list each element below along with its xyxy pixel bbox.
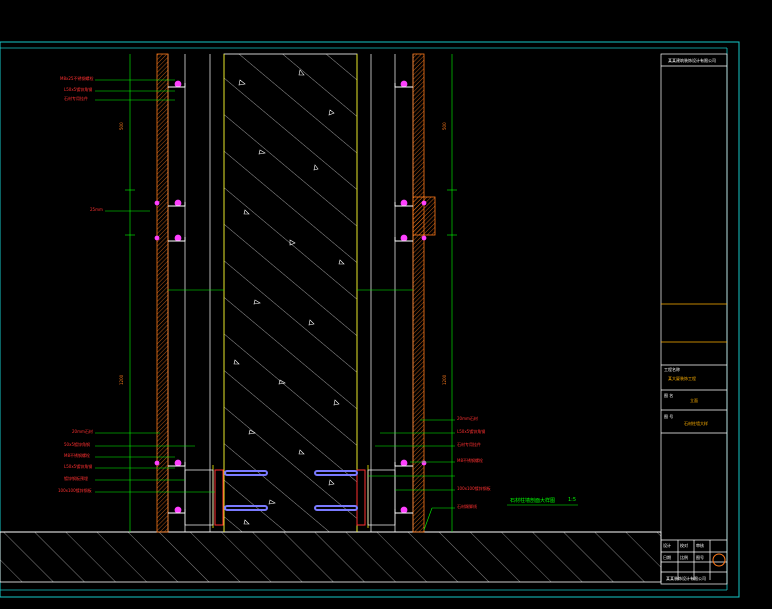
label-left-bottom-5: 100x100镀锌钢板 — [58, 488, 92, 493]
tb-footer-2: 审核 — [696, 543, 704, 548]
label-left-top-2: 石材专用挂件 — [64, 96, 88, 101]
tb-drawing-value: 立面 — [690, 398, 698, 403]
svg-text:1200: 1200 — [119, 374, 124, 385]
tb-footer-0: 设计 — [663, 543, 671, 548]
tb-drawing-label: 图 名 — [664, 393, 674, 398]
label-left-bottom-0: 20mm石材 — [72, 429, 93, 434]
label-right-bottom-0: 20mm石材 — [457, 416, 478, 421]
svg-text:500: 500 — [442, 122, 447, 130]
label-left-top-0: M8x25不锈钢螺栓 — [60, 76, 94, 81]
tb-project-label: 工程名称 — [664, 367, 680, 372]
drawing-scale: 1:5 — [568, 497, 577, 503]
label-left-mid-0: 25mm — [90, 207, 103, 212]
label-left-bottom-4: 镀锌钢板预埋 — [64, 476, 88, 481]
label-right-floor-0: 石材踢脚线 — [457, 504, 477, 509]
tb-footer-5: 图号 — [696, 555, 704, 560]
tb-number-value: 石材柱墙大样 — [684, 421, 708, 426]
svg-text:500: 500 — [119, 122, 124, 130]
label-left-bottom-3: L50x5镀锌角钢 — [64, 464, 93, 469]
drawing-title: 石材柱墙剖面大样图 — [510, 498, 556, 504]
label-right-bottom-3: M8不锈钢螺栓 — [457, 458, 483, 463]
label-right-bottom-4: 100x100镀锌钢板 — [457, 486, 491, 491]
tb-number-label: 图 号 — [664, 414, 674, 419]
label-right-bottom-1: L50x5镀锌角钢 — [457, 429, 486, 434]
label-left-bottom-1: 50x5镀锌角钢 — [64, 442, 91, 447]
tb-footer-4: 比例 — [680, 555, 688, 560]
drawing-border — [0, 41, 740, 598]
tb-footer-1: 校对 — [680, 543, 688, 548]
tb-footer-note: 某某装饰设计有限公司 — [666, 576, 706, 581]
title-stamp — [712, 553, 726, 567]
label-left-top-1: L50x5镀锌角钢 — [64, 87, 93, 92]
svg-text:1200: 1200 — [442, 374, 447, 385]
floor-slab — [0, 531, 662, 583]
stone-cladding-right — [412, 53, 425, 533]
concrete-column — [223, 53, 358, 533]
embed-plate-right — [356, 469, 366, 526]
label-right-bottom-2: 石材专用挂件 — [457, 442, 481, 447]
stone-cladding-left — [156, 53, 169, 533]
cad-drawing-canvas: 500 1200 500 1200 — [0, 41, 740, 598]
tb-footer-3: 日期 — [663, 555, 671, 560]
tb-project-value: 某大厦装饰工程 — [668, 376, 696, 381]
label-left-bottom-2: M8不锈钢螺栓 — [64, 453, 90, 458]
tb-company: 某某建筑装饰设计有限公司 — [668, 58, 716, 63]
embed-plate-left — [214, 469, 224, 526]
title-block — [660, 53, 728, 585]
